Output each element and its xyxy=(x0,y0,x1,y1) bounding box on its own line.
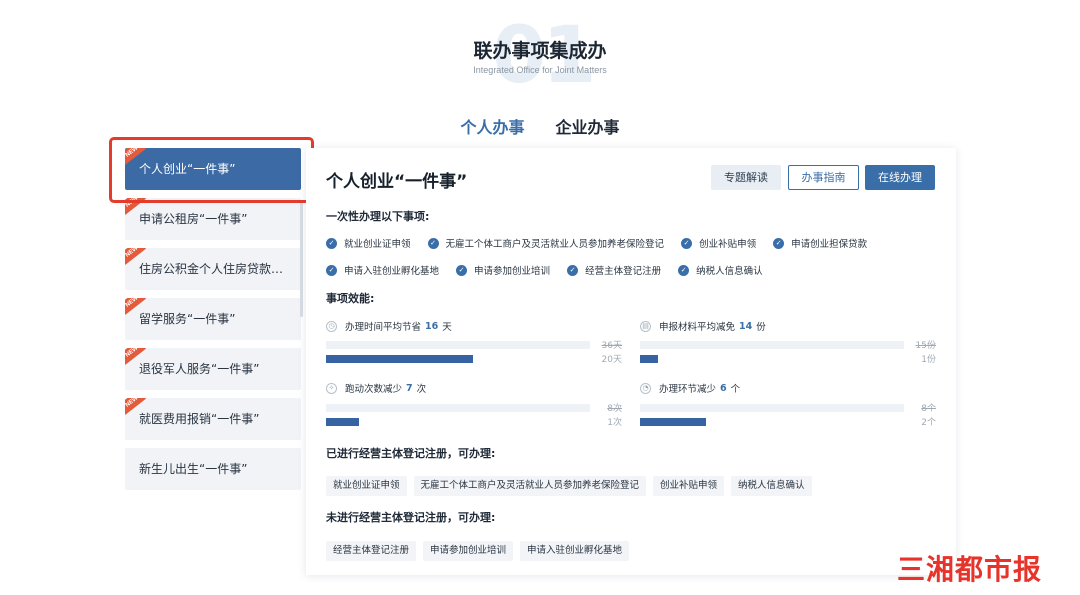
sidebar-item-label: 退役军人服务“一件事” xyxy=(139,362,260,376)
newspaper-logo-watermark: 三湘都市报 xyxy=(897,553,1043,586)
metric-bar-before xyxy=(326,341,590,349)
service-tag[interactable]: 经营主体登记注册 xyxy=(326,541,417,561)
topic-interpretation-button[interactable]: 专题解读 xyxy=(711,165,781,190)
check-item: ✓ 无雇工个体工商户及灵活就业人员参加养老保险登记 xyxy=(427,236,664,250)
document-icon: ▤ xyxy=(640,320,651,332)
metric-bar-after xyxy=(326,355,473,363)
metric-time-saved: ◷ 办理时间平均节省 16 天 36天 20天 xyxy=(326,319,622,365)
metric-after-value: 1份 xyxy=(921,355,936,365)
check-circle-icon: ✓ xyxy=(678,264,690,276)
metric-bar-after xyxy=(640,418,706,426)
detail-title: 个人创业“一件事” xyxy=(326,172,468,192)
sidebar-item-label: 住房公积金个人住房贷款购房“一件事” xyxy=(139,262,301,276)
metric-after-value: 1次 xyxy=(607,418,622,428)
section-effect: 事项效能: xyxy=(326,292,375,305)
section-registered: 已进行经营主体登记注册，可办理: xyxy=(326,447,496,460)
check-item: ✓ 申请创业担保贷款 xyxy=(773,236,867,250)
metric-before-value: 36天 xyxy=(601,341,622,351)
metric-before-value: 8个 xyxy=(921,404,936,414)
metric-steps-reduced: ◔ 办理环节减少 6 个 8个 2个 xyxy=(640,381,936,428)
sidebar-item-newborn[interactable]: 新生儿出生“一件事” xyxy=(125,448,301,490)
unregistered-tags: 经营主体登记注册 申请参加创业培训 申请入驻创业孵化基地 xyxy=(326,538,636,561)
check-item: ✓ 申请参加创业培训 xyxy=(456,263,550,277)
sidebar-item-label: 就医费用报销“一件事” xyxy=(139,412,260,426)
check-circle-icon: ✓ xyxy=(567,264,579,276)
check-item: ✓ 经营主体登记注册 xyxy=(567,263,661,277)
tab-enterprise[interactable]: 企业办事 xyxy=(556,114,620,151)
sidebar-item-label: 新生儿出生“一件事” xyxy=(139,462,248,476)
page-title: 联办事项集成办 xyxy=(473,40,607,62)
service-tag[interactable]: 申请参加创业培训 xyxy=(423,541,514,561)
service-tag[interactable]: 申请入驻创业孵化基地 xyxy=(520,541,630,561)
tab-personal[interactable]: 个人办事 xyxy=(460,114,525,151)
service-tag[interactable]: 就业创业证申领 xyxy=(326,476,407,496)
registered-tags: 就业创业证申领 无雇工个体工商户及灵活就业人员参加养老保险登记 创业补贴申领 纳税人信… xyxy=(326,473,819,496)
check-circle-icon: ✓ xyxy=(427,237,439,249)
check-item: ✓ 就业创业证申领 xyxy=(326,236,411,250)
section-once: 一次性办理以下事项: xyxy=(326,210,430,223)
check-list-row-2: ✓ 申请入驻创业孵化基地 ✓ 申请参加创业培训 ✓ 经营主体登记注册 ✓ 纳税人信息确认 xyxy=(326,263,777,277)
metric-materials-reduced: ▤ 申报材料平均减免 14 份 15份 1份 xyxy=(640,319,936,365)
clock-icon: ◷ xyxy=(326,320,337,332)
sidebar-item-study-abroad[interactable]: NEW 留学服务“一件事” xyxy=(125,298,301,340)
service-tag[interactable]: 创业补贴申领 xyxy=(653,476,725,496)
compass-icon: ✧ xyxy=(326,382,337,394)
highlight-annotation xyxy=(109,137,314,203)
metric-bar-before xyxy=(640,404,904,412)
service-guide-button[interactable]: 办事指南 xyxy=(788,165,859,190)
check-item: ✓ 创业补贴申领 xyxy=(681,236,756,250)
sidebar-item-housing-fund-loan[interactable]: NEW 住房公积金个人住房贷款购房“一件事” xyxy=(125,248,301,290)
check-item: ✓ 纳税人信息确认 xyxy=(678,263,763,277)
metric-after-value: 20天 xyxy=(601,355,622,365)
metric-bar-after xyxy=(326,418,359,426)
check-circle-icon: ✓ xyxy=(326,237,337,249)
sidebar-scrollbar[interactable] xyxy=(300,202,303,317)
section-unregistered: 未进行经营主体登记注册，可办理: xyxy=(326,511,496,524)
page-subtitle: Integrated Office for Joint Matters xyxy=(473,65,607,75)
service-tag[interactable]: 无雇工个体工商户及灵活就业人员参加养老保险登记 xyxy=(413,476,647,496)
metric-bar-before xyxy=(326,404,590,412)
check-circle-icon: ✓ xyxy=(681,237,693,249)
metric-before-value: 15份 xyxy=(915,341,936,351)
metric-trips-reduced: ✧ 跑动次数减少 7 次 8次 1次 xyxy=(326,381,622,428)
sidebar-item-veteran-service[interactable]: NEW 退役军人服务“一件事” xyxy=(125,348,301,390)
metric-before-value: 8次 xyxy=(607,404,622,414)
sidebar-item-label: 留学服务“一件事” xyxy=(139,312,236,326)
online-apply-button[interactable]: 在线办理 xyxy=(865,165,935,190)
check-circle-icon: ✓ xyxy=(456,264,468,276)
check-item: ✓ 申请入驻创业孵化基地 xyxy=(326,263,439,277)
timer-icon: ◔ xyxy=(640,382,651,394)
service-tag[interactable]: 纳税人信息确认 xyxy=(731,476,812,496)
check-circle-icon: ✓ xyxy=(326,264,337,276)
detail-panel: 个人创业“一件事” 专题解读 办事指南 在线办理 一次性办理以下事项: ✓ 就业创… xyxy=(306,148,956,575)
check-list-row-1: ✓ 就业创业证申领 ✓ 无雇工个体工商户及灵活就业人员参加养老保险登记 ✓ 创业补贴申… xyxy=(326,236,881,250)
metric-bar-after xyxy=(640,355,658,363)
check-circle-icon: ✓ xyxy=(773,237,785,249)
sidebar-item-public-rental[interactable]: NEW 申请公租房“一件事” xyxy=(125,198,301,240)
sidebar-item-label: 申请公租房“一件事” xyxy=(139,212,248,226)
metric-bar-before xyxy=(640,341,904,349)
sidebar-item-medical-reimbursement[interactable]: NEW 就医费用报销“一件事” xyxy=(125,398,301,440)
metric-after-value: 2个 xyxy=(921,418,936,428)
